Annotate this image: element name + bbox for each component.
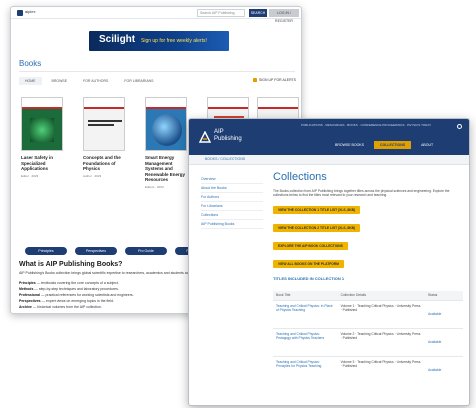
search-button[interactable]: SEARCH xyxy=(249,9,267,17)
book-title[interactable]: Laser Safety in Specialized Applications xyxy=(21,155,67,172)
column-header: Collection Details xyxy=(337,291,425,300)
page-title: Books xyxy=(19,59,42,68)
sidebar-item-authors[interactable]: For Authors xyxy=(201,193,263,202)
site-header: AIP Publishing PUBLICATIONS · RESOURCES … xyxy=(189,119,469,155)
book-title[interactable]: Smart Energy Management Systems and Rene… xyxy=(145,155,191,183)
sidebar: Overview About the Books For Authors For… xyxy=(201,175,263,229)
series-button[interactable]: Principles xyxy=(25,247,67,255)
collection-1-list-button[interactable]: VIEW THE COLLECTION 1 TITLE LIST (XLS, 8… xyxy=(273,205,361,214)
banner-tagline: Sign up for free weekly alerts! xyxy=(141,38,207,44)
nav-about[interactable]: ABOUT xyxy=(415,141,439,149)
tab-browse[interactable]: BROWSE xyxy=(46,77,74,85)
search-icon[interactable] xyxy=(457,124,462,129)
sidebar-item-overview[interactable]: Overview xyxy=(201,175,263,184)
book-card[interactable]: Smart Energy Management Systems and Rene… xyxy=(145,97,191,189)
sidebar-item-aip-books[interactable]: AIP Publishing Books xyxy=(201,220,263,229)
column-header: Book Title xyxy=(273,291,338,300)
explore-collections-button[interactable]: EXPLORE THE AIP BOOK COLLECTIONS xyxy=(273,241,348,250)
scilight-banner[interactable]: Scilight Sign up for free weekly alerts! xyxy=(89,31,229,51)
table-row: Teaching and Critical Physics: Principle… xyxy=(273,355,463,384)
aip-logo-text[interactable]: AIP Publishing xyxy=(214,129,242,143)
main-content: Collections The Books collection from AI… xyxy=(273,167,463,281)
book-title[interactable]: Concepts and the Foundations of Physics xyxy=(83,155,129,172)
series-button[interactable]: Perspectives xyxy=(75,247,117,255)
bell-icon xyxy=(253,78,257,82)
breadcrumb[interactable]: BOOKS / COLLECTIONS xyxy=(205,157,245,161)
collection-details: Volume 3 · Teaching Critical Physics · U… xyxy=(337,355,425,384)
view-all-books-button[interactable]: VIEW ALL BOOKS ON THE PLATFORM xyxy=(273,259,344,268)
collections-page-window: AIP Publishing PUBLICATIONS · RESOURCES … xyxy=(188,118,470,406)
sidebar-item-about[interactable]: About the Books xyxy=(201,184,263,193)
site-logo-icon[interactable] xyxy=(17,10,23,16)
books-topbar: aiplex Search AIP Publishing SEARCH LOG … xyxy=(11,7,301,23)
table-row: Teaching and Critical Physics: Pedagogy … xyxy=(273,327,463,356)
book-title-link[interactable]: Teaching and Critical Physics: Principle… xyxy=(273,355,338,384)
column-header: Status xyxy=(424,291,463,300)
titles-subheading: TITLES INCLUDED IN COLLECTION 1 xyxy=(273,275,345,281)
aip-logo-icon[interactable] xyxy=(199,131,211,143)
intro-paragraph: The Books collection from AIP Publishing… xyxy=(273,189,450,198)
login-button[interactable]: LOG IN / REGISTER xyxy=(269,9,299,23)
table-header-row: Book Title Collection Details Status xyxy=(273,291,463,300)
book-meta: Author · 2023 xyxy=(83,173,102,178)
tab-for-librarians[interactable]: FOR LIBRARIANS xyxy=(118,77,159,85)
collection-2-list-button[interactable]: VIEW THE COLLECTION 2 TITLE LIST (XLS, 8… xyxy=(273,223,361,232)
sidebar-item-librarians[interactable]: For Librarians xyxy=(201,202,263,211)
table-row: Teaching and Critical Physics: In Place … xyxy=(273,299,463,328)
section-heading: What is AIP Publishing Books? xyxy=(19,261,123,268)
book-title-link[interactable]: Teaching and Critical Physics: Pedagogy … xyxy=(273,327,338,356)
alerts-link[interactable]: SIGN UP FOR ALERTS xyxy=(253,78,296,82)
site-logo-text[interactable]: aiplex xyxy=(25,9,35,14)
titles-table: Book Title Collection Details Status Tea… xyxy=(273,291,463,384)
book-meta: Editor · 2023 xyxy=(21,173,39,178)
collection-details: Volume 2 · Teaching Critical Physics · U… xyxy=(337,327,425,356)
nav-browse-books[interactable]: BROWSE BOOKS xyxy=(329,141,370,149)
books-tabs: HOME BROWSE FOR AUTHORS FOR LIBRARIANS xyxy=(19,77,160,85)
tab-home[interactable]: HOME xyxy=(19,77,42,85)
book-title-link[interactable]: Teaching and Critical Physics: In Place … xyxy=(273,299,338,328)
book-cover-image[interactable] xyxy=(83,97,125,151)
divider xyxy=(19,71,295,72)
series-button[interactable]: Pro Guide xyxy=(125,247,167,255)
banner-brand: Scilight xyxy=(99,34,136,45)
book-card[interactable]: Concepts and the Foundations of Physics … xyxy=(83,97,129,178)
search-input[interactable]: Search AIP Publishing xyxy=(197,9,245,17)
book-meta: Editors · 2023 xyxy=(145,184,164,189)
status-cell: Available xyxy=(424,327,463,356)
tab-for-authors[interactable]: FOR AUTHORS xyxy=(77,77,114,85)
alerts-link-label: SIGN UP FOR ALERTS xyxy=(259,78,297,82)
status-cell: Available xyxy=(424,355,463,384)
nav-collections[interactable]: COLLECTIONS xyxy=(373,141,412,149)
book-cover-image[interactable] xyxy=(145,97,187,151)
collection-details: Volume 1 · Teaching Critical Physics · U… xyxy=(337,299,425,328)
status-cell: Available xyxy=(424,299,463,328)
sidebar-item-collections[interactable]: Collections xyxy=(201,211,263,220)
utility-links[interactable]: PUBLICATIONS · RESOURCES · BOOKS · CONFE… xyxy=(301,123,431,127)
breadcrumb-bar: BOOKS / COLLECTIONS xyxy=(189,155,469,165)
main-nav: BROWSE BOOKS COLLECTIONS ABOUT xyxy=(329,141,439,149)
book-card[interactable]: Laser Safety in Specialized Applications… xyxy=(21,97,67,178)
page-title: Collections xyxy=(273,171,327,183)
book-cover-image[interactable] xyxy=(21,97,63,151)
